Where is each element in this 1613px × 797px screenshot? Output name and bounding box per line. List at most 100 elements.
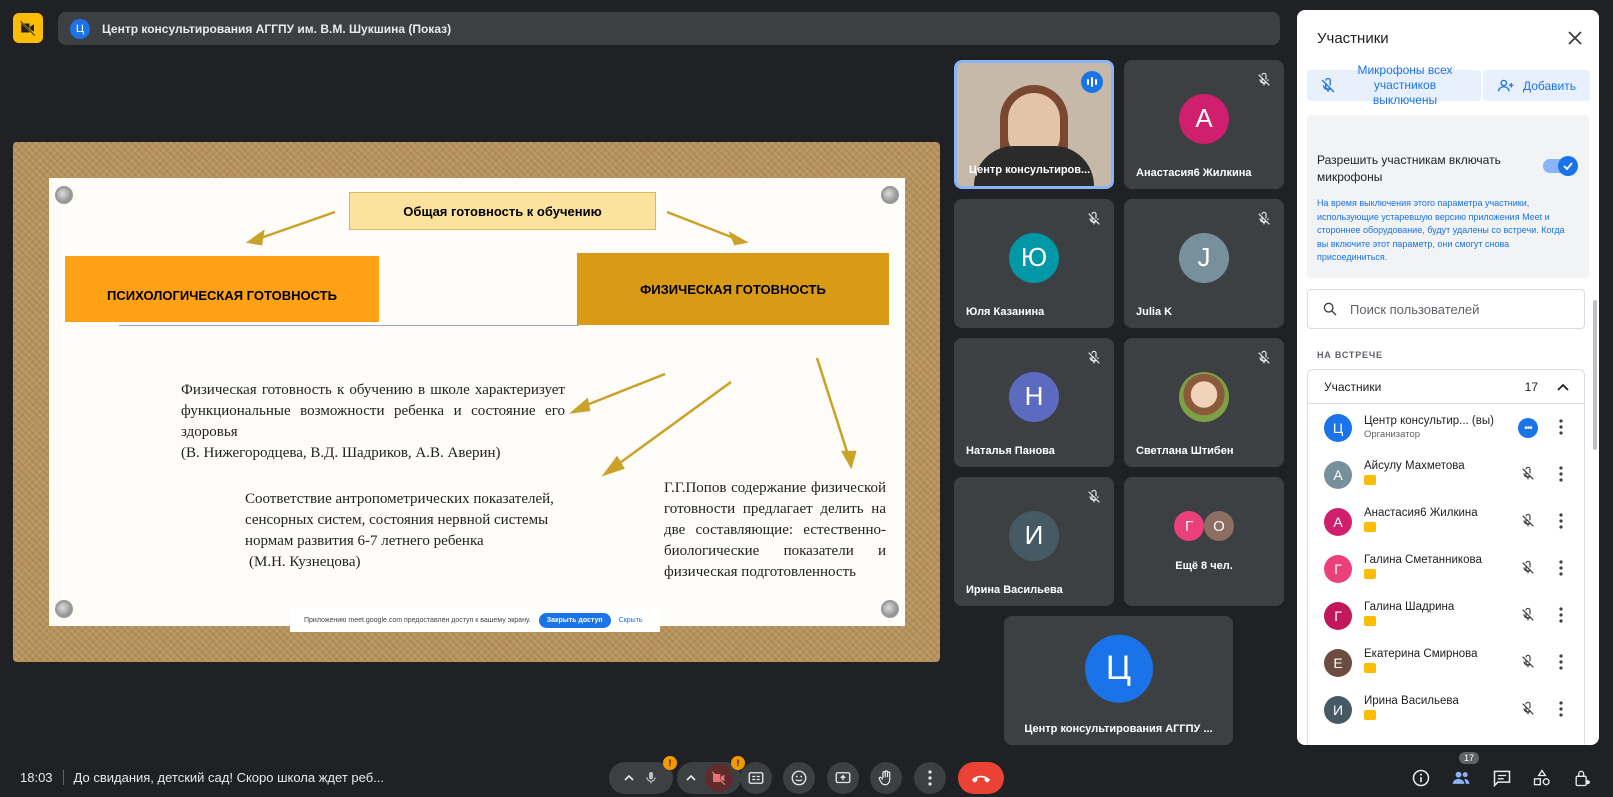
camera-off-icon[interactable] (705, 764, 733, 792)
chat-button[interactable] (1490, 766, 1514, 790)
participant-tile[interactable]: А Анастасия6 Жилкина (1124, 60, 1284, 189)
avatar: Н (1009, 371, 1059, 422)
add-people-button[interactable]: Добавить (1483, 70, 1590, 101)
avatar: А (1179, 93, 1229, 144)
mic-off-icon[interactable] (1520, 560, 1536, 576)
tile-name: Ирина Васильева (966, 584, 1063, 596)
mic-off-icon (1258, 211, 1270, 225)
chevron-up-icon[interactable] (623, 772, 635, 784)
more-vert-icon (928, 770, 932, 786)
more-options-button[interactable] (914, 762, 946, 794)
present-screen-button[interactable] (827, 762, 859, 794)
camera-off-badge-icon (1364, 709, 1376, 720)
camera-off-badge-icon (1364, 474, 1376, 485)
group-header[interactable]: Участники 17 (1308, 370, 1584, 404)
more-vert-icon[interactable] (1552, 606, 1570, 624)
more-participants-tile[interactable]: Г О Ещё 8 чел. (1124, 477, 1284, 606)
participant-row[interactable]: А Анастасия6 Жилкина (1308, 498, 1584, 545)
mic-off-icon (1258, 350, 1270, 364)
tile-name: Julia K (1136, 306, 1173, 318)
panel-scrollbar[interactable] (1593, 300, 1597, 450)
participant-name: Екатерина Смирнова (1364, 647, 1478, 660)
self-view-tile[interactable]: Ц Центр консультирования АГГПУ ... (1004, 616, 1233, 745)
avatar: Ю (1009, 232, 1059, 283)
stop-sharing-button[interactable]: Закрыть доступ (538, 612, 611, 628)
more-dots-icon[interactable]: ••• (1518, 418, 1538, 438)
slide-text-2-author: (М.Н. Кузнецова) (249, 554, 361, 570)
people-button[interactable]: 17 (1449, 752, 1480, 790)
participants-group: Участники 17 Ц Центр консультир... (вы) … (1307, 369, 1585, 745)
slide-text-physical-definition: Физическая готовность к обучению в школе… (181, 380, 565, 464)
more-vert-icon[interactable] (1552, 465, 1570, 483)
chevron-up-icon[interactable] (1556, 380, 1570, 394)
raise-hand-button[interactable] (870, 762, 902, 794)
avatar: Г (1324, 554, 1352, 583)
participant-name: Анастасия6 Жилкина (1364, 506, 1478, 519)
more-vert-icon[interactable] (1552, 700, 1570, 718)
search-input[interactable] (1350, 301, 1570, 317)
shapes-icon (1533, 769, 1550, 786)
participant-row[interactable]: Е Екатерина Смирнова (1308, 639, 1584, 686)
participant-tile[interactable]: Светлана Штибен (1124, 338, 1284, 467)
captions-button[interactable] (740, 762, 772, 794)
tile-name: Ещё 8 чел. (1175, 560, 1233, 572)
search-icon (1323, 302, 1337, 316)
mic-off-icon (1088, 489, 1100, 503)
reactions-button[interactable] (783, 762, 815, 794)
slide-text-popov: Г.Г.Попов содержание физической готовнос… (664, 480, 886, 580)
participant-name: Айсулу Махметова (1364, 459, 1465, 472)
participant-row[interactable]: А Айсулу Махметова (1308, 451, 1584, 498)
participant-role: Организатор (1364, 429, 1421, 440)
panel-title: Участники (1317, 30, 1389, 47)
mic-off-icon[interactable] (1520, 654, 1536, 670)
more-vert-icon[interactable] (1552, 559, 1570, 577)
tile-name: Наталья Панова (966, 445, 1055, 457)
avatar: О (1204, 511, 1234, 541)
leave-call-button[interactable] (958, 762, 1004, 794)
separator (62, 770, 64, 785)
captions-icon (748, 772, 764, 784)
mic-off-icon (1088, 350, 1100, 364)
speaking-indicator-icon (1081, 71, 1103, 93)
emoji-icon (791, 770, 807, 786)
chevron-up-icon[interactable] (685, 772, 697, 784)
mic-permission-setting: Разрешить участникам включать микрофоны … (1307, 115, 1589, 278)
hand-icon (878, 770, 891, 786)
participant-row[interactable]: Ц Центр консультир... (вы) Организатор •… (1308, 404, 1584, 451)
participant-tile[interactable]: Ю Юля Казанина (954, 199, 1114, 328)
mic-off-icon[interactable] (1520, 513, 1536, 529)
mic-icon[interactable] (643, 770, 659, 786)
host-controls-button[interactable] (1570, 766, 1594, 790)
more-vert-icon[interactable] (1552, 418, 1570, 436)
mute-all-button[interactable]: Микрофоны всех участников выключены (1307, 63, 1481, 107)
slide-text-2: Соответствие антропометрических показате… (245, 491, 554, 549)
activities-button[interactable] (1530, 766, 1554, 790)
avatar: Г (1174, 511, 1204, 541)
screen-share-notice: Приложению meet.google.com предоставлен … (290, 608, 660, 632)
present-icon (835, 772, 851, 784)
participant-tile[interactable]: J Julia K (1124, 199, 1284, 328)
participant-tile-host[interactable]: Центр консультиров... (954, 60, 1114, 189)
mic-off-icon[interactable] (1520, 466, 1536, 482)
tile-name: Центр консультирования АГГПУ ... (1024, 723, 1213, 735)
avatar-photo (1179, 371, 1229, 422)
mic-off-icon[interactable] (1520, 607, 1536, 623)
mute-all-label: Микрофоны всех участников выключены (1357, 63, 1453, 107)
add-person-icon (1497, 79, 1514, 91)
participant-tile[interactable]: Н Наталья Панова (954, 338, 1114, 467)
mic-off-icon[interactable] (1520, 701, 1536, 717)
slide-text-1-authors: (В. Нижегородцева, В.Д. Шадриков, А.В. А… (181, 445, 501, 461)
more-vert-icon[interactable] (1552, 653, 1570, 671)
group-label: Участники (1324, 379, 1382, 394)
meeting-details-button[interactable] (1409, 766, 1433, 790)
close-icon[interactable] (1565, 28, 1585, 48)
hide-notice-link[interactable]: Скрыть (619, 617, 643, 624)
participant-row[interactable]: И Ирина Васильева (1308, 686, 1584, 733)
participant-row[interactable]: Г Галина Шадрина (1308, 592, 1584, 639)
camera-off-indicator-icon[interactable] (13, 13, 43, 43)
more-vert-icon[interactable] (1552, 512, 1570, 530)
allow-mics-toggle[interactable] (1543, 156, 1578, 176)
participant-tile[interactable]: И Ирина Васильева (954, 477, 1114, 606)
participant-row[interactable]: Г Галина Сметанникова (1308, 545, 1584, 592)
search-box (1307, 289, 1585, 329)
